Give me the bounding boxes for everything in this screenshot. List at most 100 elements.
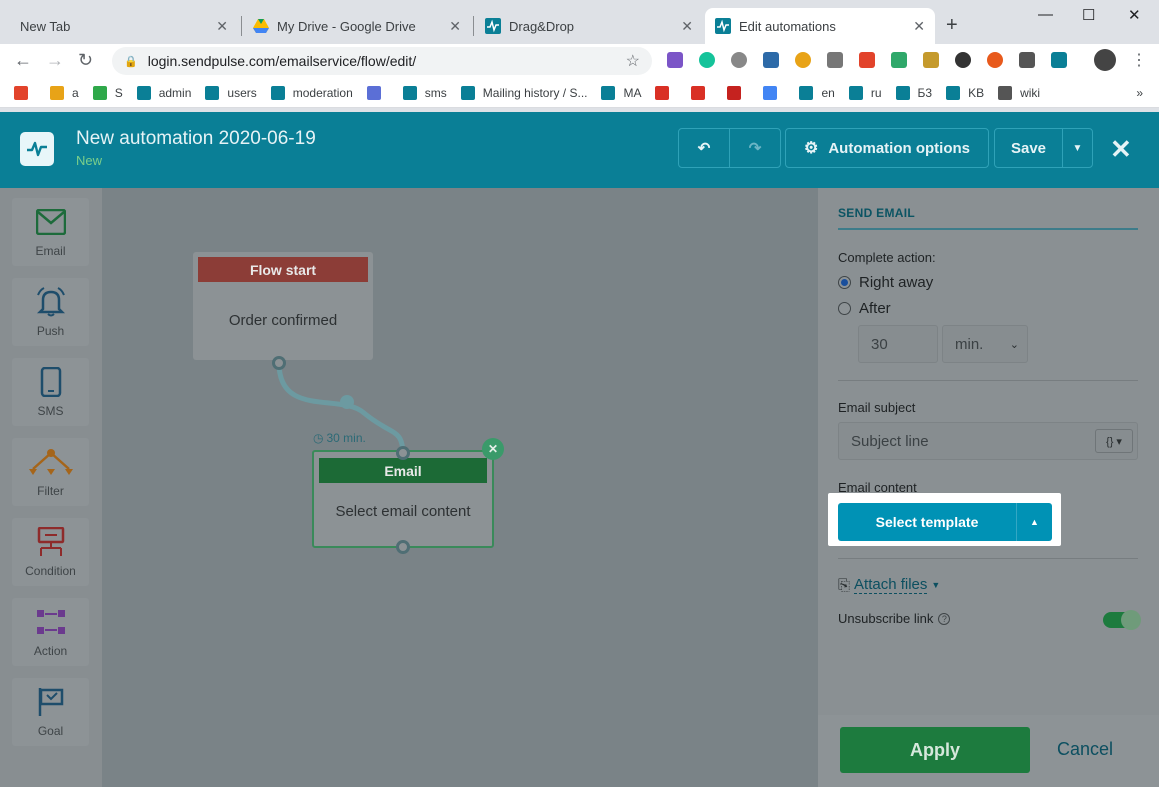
flow-canvas[interactable]: Flow start Order confirmed ◷ 30 min. Ema… (102, 188, 818, 787)
delay-unit-select[interactable]: min. ⌄ (942, 325, 1028, 363)
profile-avatar[interactable] (1094, 49, 1116, 71)
close-tab-icon[interactable]: ✕ (681, 18, 693, 35)
bookmark-item[interactable]: moderation (270, 85, 353, 100)
save-dropdown-button[interactable]: ▼ (1062, 128, 1093, 168)
redo-icon: ↷ (748, 140, 762, 157)
title-underline (838, 228, 1138, 230)
flow-start-output-port[interactable] (272, 356, 286, 370)
redo-button[interactable]: ↷ (729, 128, 781, 168)
bookmark-item[interactable] (691, 85, 713, 100)
palette-item-filter[interactable]: Filter (12, 438, 89, 506)
bookmark-item[interactable]: sms (402, 85, 447, 100)
metrics-icon (727, 85, 742, 100)
bookmark-item[interactable] (366, 85, 389, 100)
palette-item-push[interactable]: Push (12, 278, 89, 346)
subject-input[interactable]: Subject line {} ▾ (838, 422, 1138, 460)
radio-after[interactable]: After (838, 300, 891, 317)
extension-fire-icon[interactable] (987, 52, 1003, 68)
radio-right-away[interactable]: Right away (838, 274, 933, 291)
bookmark-item[interactable]: admin (136, 85, 192, 100)
bookmark-item[interactable] (763, 85, 785, 100)
bookmark-item[interactable] (727, 85, 749, 100)
radio-unselected-icon (838, 302, 851, 315)
extension-n-icon[interactable] (763, 52, 779, 68)
bookmark-item[interactable] (14, 85, 36, 100)
bookmark-item[interactable]: a (50, 85, 79, 100)
tab-google-drive[interactable]: My Drive - Google Drive ✕ (243, 8, 471, 44)
palette-item-email[interactable]: Email (12, 198, 89, 266)
save-button[interactable]: Save (994, 128, 1063, 168)
palette-item-sms[interactable]: SMS (12, 358, 89, 426)
variables-button[interactable]: {} ▾ (1095, 429, 1133, 453)
sendpulse-extension-icon[interactable] (1051, 52, 1067, 68)
palette-label: Goal (37, 724, 64, 738)
attach-files-link[interactable]: ⎘ Attach files ▼ (838, 576, 940, 594)
undo-button[interactable]: ↶ (678, 128, 730, 168)
browser-menu-icon[interactable]: ⋮ (1131, 50, 1147, 70)
bookmark-star-icon[interactable]: ☆ (626, 51, 640, 71)
bookmark-item[interactable]: wiki (998, 85, 1040, 100)
bookmark-item[interactable]: Mailing history / S... (460, 85, 587, 100)
bookmark-label: users (227, 85, 257, 100)
select-template-button[interactable]: Select template ▲ (838, 503, 1052, 541)
back-icon[interactable]: ← (14, 50, 32, 71)
close-editor-icon[interactable]: ✕ (1110, 134, 1132, 165)
close-tab-icon[interactable]: ✕ (913, 18, 925, 35)
unsubscribe-toggle[interactable] (1103, 610, 1141, 630)
new-tab-button[interactable]: + (946, 14, 958, 37)
tab-edit-automations[interactable]: Edit automations ✕ (705, 8, 935, 44)
cancel-button[interactable]: Cancel (1057, 739, 1113, 760)
close-tab-icon[interactable]: ✕ (449, 18, 461, 35)
reload-icon[interactable]: ↻ (78, 50, 93, 71)
tab-drag-drop[interactable]: Drag&Drop ✕ (475, 8, 703, 44)
help-icon[interactable]: ? (938, 612, 951, 625)
tab-new-tab[interactable]: New Tab ✕ (10, 8, 238, 44)
forward-icon[interactable]: → (46, 50, 64, 71)
maximize-icon[interactable]: ☐ (1082, 6, 1095, 24)
extension-circle-icon[interactable] (955, 52, 971, 68)
bell-icon (35, 286, 67, 318)
extension-firefox-icon[interactable] (795, 52, 811, 68)
flow-start-node[interactable]: Flow start Order confirmed (193, 252, 373, 360)
palette-label: Filter (37, 484, 64, 498)
translate-icon (763, 85, 778, 100)
bookmark-label: admin (158, 85, 192, 100)
extension-feather-icon[interactable] (667, 52, 683, 68)
bookmark-label: KB (968, 85, 985, 100)
bookmark-item[interactable]: KB (946, 85, 985, 100)
email-node[interactable]: Email Select email content (312, 450, 494, 548)
extension-grid-icon[interactable] (923, 52, 939, 68)
bookmark-item[interactable] (655, 85, 677, 100)
select-template-dropdown[interactable]: ▲ (1016, 503, 1052, 541)
palette-item-goal[interactable]: Goal (12, 678, 89, 746)
bookmark-item[interactable]: S (92, 85, 123, 100)
extension-bird-icon[interactable] (891, 52, 907, 68)
extension-percent-icon[interactable] (859, 52, 875, 68)
bookmark-item[interactable]: MA (601, 85, 641, 100)
close-tab-icon[interactable]: ✕ (216, 18, 228, 35)
filter-icon (28, 446, 73, 478)
window-close-icon[interactable]: ✕ (1128, 6, 1141, 24)
email-node-output-port[interactable] (396, 540, 410, 554)
tab-separator (241, 16, 242, 36)
sendpulse-logo-icon[interactable] (20, 132, 54, 166)
address-bar[interactable]: 🔒 login.sendpulse.com/emailservice/flow/… (112, 47, 652, 75)
bookmark-item[interactable]: users (205, 85, 257, 100)
bookmark-item[interactable]: en (799, 85, 835, 100)
email-node-input-port[interactable] (396, 446, 410, 460)
bookmark-item[interactable]: Б3 (895, 85, 932, 100)
camera-icon[interactable] (827, 52, 843, 68)
minimize-icon[interactable]: — (1038, 6, 1053, 23)
grammarly-icon[interactable] (699, 52, 715, 68)
palette-item-condition[interactable]: Condition (12, 518, 89, 586)
automation-title[interactable]: New automation 2020-06-19 (76, 128, 316, 150)
eyedropper-icon[interactable] (1019, 52, 1035, 68)
delay-value-input[interactable]: 30 (858, 325, 938, 363)
extension-paw-icon[interactable] (731, 52, 747, 68)
bookmark-item[interactable]: ru (848, 85, 882, 100)
bookmarks-overflow-icon[interactable]: » (1136, 86, 1143, 100)
remove-node-icon[interactable]: ✕ (482, 438, 504, 460)
apply-button[interactable]: Apply (840, 727, 1030, 773)
automation-options-button[interactable]: ⚙ Automation options (785, 128, 989, 168)
palette-item-action[interactable]: Action (12, 598, 89, 666)
